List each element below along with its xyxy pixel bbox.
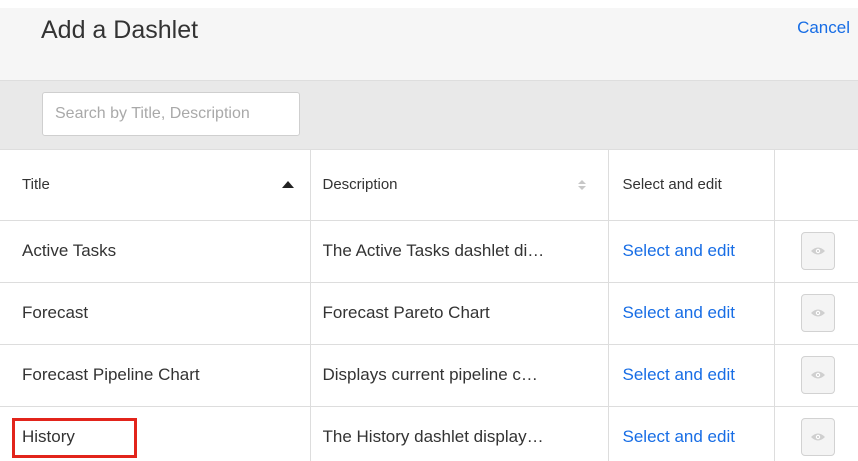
table-row: History The History dashlet display… Sel…	[0, 406, 858, 461]
preview-button[interactable]	[800, 356, 835, 394]
dashlet-description: Displays current pipeline c…	[322, 365, 538, 384]
dialog-header: Add a Dashlet Cancel	[0, 8, 858, 80]
eye-icon	[810, 309, 825, 317]
select-and-edit-link[interactable]: Select and edit	[623, 365, 735, 384]
table-row: Active Tasks The Active Tasks dashlet di…	[0, 220, 858, 283]
select-and-edit-link[interactable]: Select and edit	[623, 427, 735, 446]
dashlet-description-cell: The History dashlet display…	[310, 406, 609, 461]
table-row: Forecast Forecast Pareto Chart Select an…	[0, 282, 858, 345]
column-header-description-label: Description	[322, 176, 398, 194]
sort-both-icon	[577, 179, 586, 190]
column-header-select: Select and edit	[608, 150, 775, 221]
eye-icon	[810, 433, 825, 441]
dashlet-title-cell: Forecast	[0, 282, 311, 345]
dashlet-title-cell: History	[0, 406, 311, 461]
select-and-edit-cell: Select and edit	[608, 344, 775, 407]
dashlet-title: Forecast	[22, 303, 89, 322]
dialog-title: Add a Dashlet	[41, 16, 199, 44]
select-and-edit-link[interactable]: Select and edit	[623, 303, 735, 322]
dashlet-description-cell: Displays current pipeline c…	[310, 344, 609, 407]
column-header-title[interactable]: Title	[0, 150, 311, 221]
preview-cell	[774, 282, 858, 345]
table-row: Forecast Pipeline Chart Displays current…	[0, 344, 858, 407]
column-header-description[interactable]: Description	[310, 150, 609, 221]
dashlet-title-cell: Active Tasks	[0, 220, 311, 283]
preview-cell	[774, 344, 858, 407]
preview-button[interactable]	[800, 418, 835, 456]
select-and-edit-cell: Select and edit	[608, 220, 775, 283]
dashlet-description: Forecast Pareto Chart	[322, 303, 490, 322]
select-and-edit-link[interactable]: Select and edit	[623, 241, 735, 260]
eye-icon	[810, 371, 825, 379]
cancel-button[interactable]: Cancel	[797, 18, 850, 38]
filter-bar	[0, 80, 858, 150]
dashlet-description: The History dashlet display…	[322, 427, 544, 446]
preview-cell	[774, 220, 858, 283]
dashlet-title: Active Tasks	[22, 241, 117, 260]
table-header-row: Title Description Select and edit	[0, 150, 858, 221]
search-input[interactable]	[42, 92, 300, 136]
dashlet-description-cell: Forecast Pareto Chart	[310, 282, 609, 345]
column-header-title-label: Title	[22, 176, 50, 194]
column-header-preview	[774, 150, 858, 221]
dashlet-title: Forecast Pipeline Chart	[22, 365, 200, 384]
top-strip	[0, 0, 858, 8]
preview-button[interactable]	[800, 294, 835, 332]
dashlet-description: The Active Tasks dashlet di…	[322, 241, 545, 260]
dashlet-table: Title Description Select and edit Active…	[0, 150, 858, 461]
eye-icon	[810, 247, 825, 255]
preview-button[interactable]	[800, 232, 835, 270]
sort-ascending-icon	[281, 181, 294, 189]
select-and-edit-cell: Select and edit	[608, 406, 775, 461]
select-and-edit-cell: Select and edit	[608, 282, 775, 345]
column-header-select-label: Select and edit	[622, 176, 722, 194]
dashlet-description-cell: The Active Tasks dashlet di…	[310, 220, 609, 283]
preview-cell	[774, 406, 858, 461]
dashlet-title-cell: Forecast Pipeline Chart	[0, 344, 311, 407]
dashlet-title: History	[22, 427, 75, 446]
